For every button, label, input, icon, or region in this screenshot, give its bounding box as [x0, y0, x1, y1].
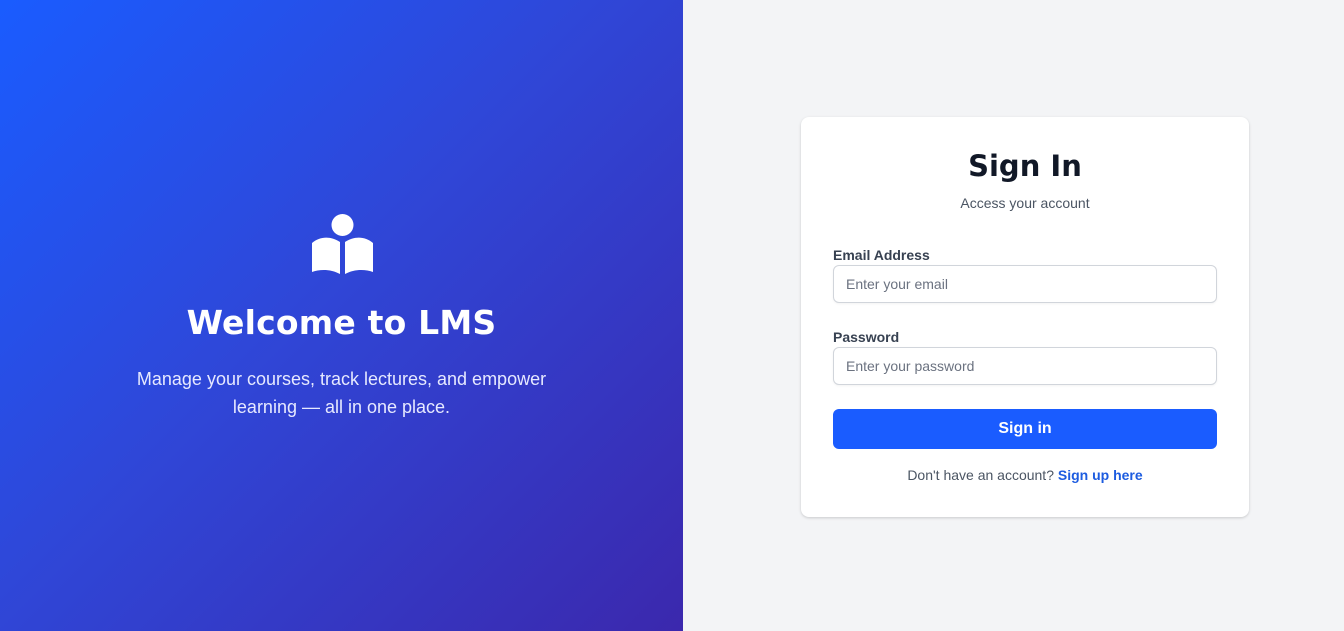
welcome-title: Welcome to LMS [186, 303, 497, 342]
signup-prompt: Don't have an account? [907, 467, 1054, 483]
welcome-subtitle: Manage your courses, track lectures, and… [0, 365, 683, 421]
email-input[interactable] [833, 265, 1217, 303]
welcome-subtitle-line-2: learning — all in one place. [232, 397, 451, 417]
signin-title: Sign In [968, 149, 1082, 183]
password-label: Password [833, 329, 900, 345]
signup-link[interactable]: Sign up here [1058, 467, 1143, 483]
signin-subtitle: Access your account [960, 195, 1090, 211]
book-reader-icon [312, 214, 373, 274]
email-label: Email Address [833, 247, 930, 263]
signin-button[interactable]: Sign in [833, 409, 1217, 449]
password-input[interactable] [833, 347, 1217, 385]
signin-card: Sign In Access your account Email Addres… [801, 117, 1249, 517]
welcome-subtitle-line-1: Manage your courses, track lectures, and… [136, 369, 547, 389]
signup-row: Don't have an account? Sign up here [801, 467, 1249, 483]
welcome-panel: Welcome to LMS Manage your courses, trac… [0, 0, 683, 631]
